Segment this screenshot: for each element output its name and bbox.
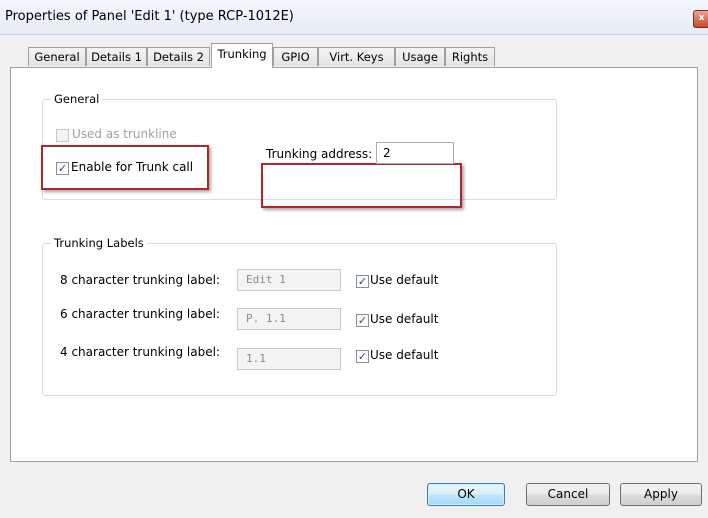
use-default-8-label: Use default bbox=[370, 273, 439, 287]
label-4-char-input[interactable]: 1.1 bbox=[237, 348, 341, 370]
tab-general[interactable]: General bbox=[28, 47, 86, 66]
close-icon[interactable]: x bbox=[693, 10, 708, 28]
trunking-tab-panel: General Used as trunkline ✓ Enable for T… bbox=[10, 67, 698, 462]
tab-trunking[interactable]: Trunking bbox=[211, 43, 273, 68]
tab-details-2[interactable]: Details 2 bbox=[147, 47, 210, 66]
label-6-char-text: 6 character trunking label: bbox=[60, 307, 220, 321]
tab-details-1[interactable]: Details 1 bbox=[86, 47, 147, 66]
used-as-trunkline-checkbox[interactable] bbox=[56, 129, 69, 142]
label-6-char-input[interactable]: P. 1.1 bbox=[237, 308, 341, 330]
trunking-address-label: Trunking address: bbox=[266, 147, 373, 161]
tab-strip: General Details 1 Details 2 Trunking GPI… bbox=[0, 35, 708, 68]
used-as-trunkline-label: Used as trunkline bbox=[72, 127, 177, 141]
ok-button[interactable]: OK bbox=[427, 483, 505, 506]
enable-trunk-call-label: Enable for Trunk call bbox=[71, 160, 194, 174]
use-default-4-label: Use default bbox=[370, 348, 439, 362]
enable-trunk-call-checkbox[interactable]: ✓ bbox=[56, 162, 69, 175]
tab-gpio[interactable]: GPIO bbox=[273, 47, 318, 66]
label-4-char-text: 4 character trunking label: bbox=[60, 345, 220, 359]
use-default-4-checkbox[interactable]: ✓ bbox=[356, 350, 369, 363]
use-default-8-checkbox[interactable]: ✓ bbox=[356, 275, 369, 288]
trunking-address-highlight bbox=[261, 163, 462, 208]
cancel-button[interactable]: Cancel bbox=[526, 483, 610, 506]
apply-button[interactable]: Apply bbox=[620, 483, 702, 506]
title-bar: Properties of Panel 'Edit 1' (type RCP-1… bbox=[0, 0, 708, 35]
label-8-char-text: 8 character trunking label: bbox=[60, 273, 220, 287]
window-title: Properties of Panel 'Edit 1' (type RCP-1… bbox=[5, 9, 294, 24]
tab-rights[interactable]: Rights bbox=[445, 47, 495, 66]
trunking-labels-group-legend: Trunking Labels bbox=[51, 236, 147, 250]
dialog-client-area: General Details 1 Details 2 Trunking GPI… bbox=[0, 35, 708, 518]
use-default-6-label: Use default bbox=[370, 312, 439, 326]
trunking-address-input[interactable]: 2 bbox=[376, 142, 454, 164]
use-default-6-checkbox[interactable]: ✓ bbox=[356, 314, 369, 327]
label-8-char-input[interactable]: Edit 1 bbox=[237, 269, 341, 291]
tab-virt-keys[interactable]: Virt. Keys bbox=[318, 47, 395, 66]
general-group-legend: General bbox=[51, 92, 103, 106]
tab-usage[interactable]: Usage bbox=[395, 47, 445, 66]
